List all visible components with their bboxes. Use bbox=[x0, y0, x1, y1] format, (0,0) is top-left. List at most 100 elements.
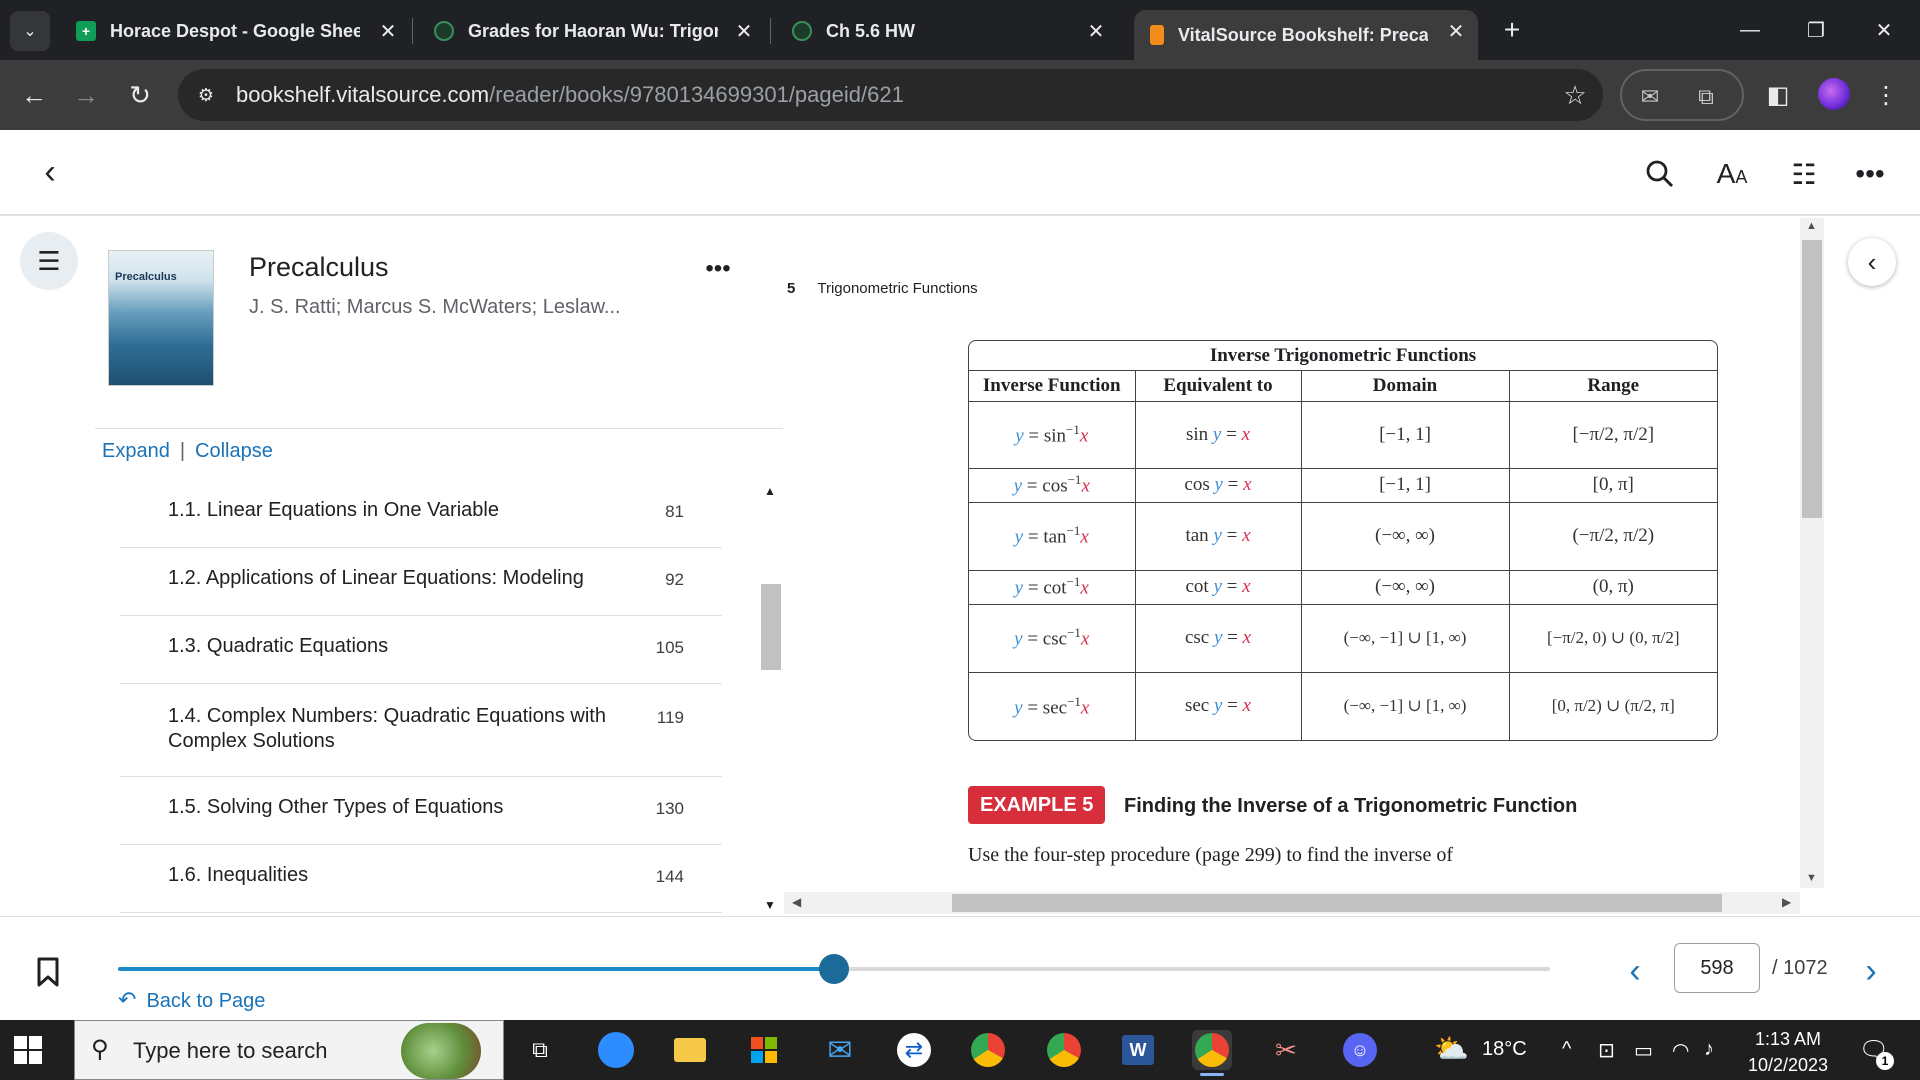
restore-button[interactable]: ❐ bbox=[1788, 10, 1844, 50]
temperature[interactable]: 18°C bbox=[1482, 1038, 1527, 1061]
battery-icon[interactable]: ▭ bbox=[1634, 1038, 1653, 1063]
forward-button[interactable]: → bbox=[66, 75, 106, 115]
search-icon bbox=[1646, 160, 1674, 188]
collapse-link[interactable]: Collapse bbox=[195, 440, 273, 462]
table-row: y = cos−1x cos y = x [−1, 1] [0, π] bbox=[969, 468, 1717, 503]
table-row: y = tan−1x tan y = x (−∞, ∞) (−π/2, π/2) bbox=[969, 502, 1717, 571]
page-hscroll-thumb[interactable] bbox=[952, 894, 1722, 912]
toc-item[interactable]: 1.6. Inequalities 144 bbox=[120, 845, 722, 913]
page-horizontal-scrollbar[interactable]: ◀ ▶ bbox=[784, 892, 1800, 914]
minimize-button[interactable]: — bbox=[1722, 10, 1778, 50]
toc-item[interactable]: 1.4. Complex Numbers: Quadratic Equation… bbox=[120, 684, 722, 777]
close-icon[interactable]: ✕ bbox=[1084, 19, 1108, 43]
close-icon[interactable]: ✕ bbox=[1444, 19, 1468, 43]
triangle-up-icon[interactable]: ▲ bbox=[1806, 220, 1817, 232]
volume-icon[interactable]: ♪ bbox=[1704, 1038, 1714, 1061]
text-size-button[interactable]: AA bbox=[1710, 152, 1754, 196]
tab-grades[interactable]: Grades for Haoran Wu: Trigonometry ✕ bbox=[418, 10, 766, 52]
discord-icon[interactable]: ☺ bbox=[1340, 1030, 1380, 1070]
wifi-icon[interactable]: ◠ bbox=[1672, 1038, 1689, 1063]
undo-arrow-icon: ↶ bbox=[118, 987, 137, 1012]
page-vertical-scrollbar[interactable]: ▲ ▼ bbox=[1800, 218, 1824, 888]
bookmark-star-icon[interactable]: ☆ bbox=[1559, 79, 1591, 111]
previous-page-button[interactable]: ‹ bbox=[1618, 952, 1652, 990]
profile-avatar[interactable] bbox=[1818, 78, 1850, 110]
more-options-button[interactable]: ••• bbox=[1848, 152, 1892, 196]
windows-start-button[interactable] bbox=[14, 1036, 42, 1064]
tab-search-button[interactable]: ⌄ bbox=[10, 11, 50, 51]
toc-menu-button[interactable]: ☰ bbox=[20, 232, 78, 290]
example-badge: EXAMPLE 5 bbox=[968, 786, 1106, 824]
word-icon[interactable]: W bbox=[1118, 1030, 1158, 1070]
zoom-icon[interactable] bbox=[596, 1030, 636, 1070]
chrome-active-icon[interactable] bbox=[1192, 1030, 1232, 1076]
toc-item[interactable]: 1.5. Solving Other Types of Equations 13… bbox=[120, 777, 722, 845]
triangle-left-icon[interactable]: ◀ bbox=[792, 895, 801, 909]
collapse-panel-button[interactable]: ‹ bbox=[1848, 238, 1896, 286]
tab-ch56-hw[interactable]: Ch 5.6 HW ✕ bbox=[776, 10, 1118, 52]
triangle-right-icon[interactable]: ▶ bbox=[1782, 895, 1791, 909]
triangle-down-icon[interactable]: ▼ bbox=[1806, 872, 1817, 884]
reload-button[interactable]: ↻ bbox=[120, 75, 160, 115]
taskbar-clock[interactable]: 1:13 AM 10/2/2023 bbox=[1738, 1026, 1838, 1078]
range-cell: [−π/2, 0) ∪ (0, π/2] bbox=[1509, 604, 1717, 673]
expand-link[interactable]: Expand bbox=[102, 440, 170, 462]
close-icon[interactable]: ✕ bbox=[376, 19, 400, 43]
snipping-tool-icon[interactable]: ✂ bbox=[1266, 1030, 1306, 1070]
task-view-icon[interactable]: ⧉ bbox=[520, 1030, 560, 1070]
triangle-up-icon[interactable]: ▲ bbox=[764, 484, 776, 498]
teamviewer-icon[interactable]: ⇄ bbox=[894, 1030, 934, 1070]
range-cell: [0, π/2) ∪ (π/2, π] bbox=[1551, 696, 1675, 716]
toc-item[interactable]: 1.3. Quadratic Equations 105 bbox=[120, 616, 722, 684]
mail-icon[interactable]: ✉ bbox=[820, 1030, 860, 1070]
new-tab-button[interactable]: + bbox=[1496, 14, 1528, 46]
notes-button[interactable]: ☷ bbox=[1782, 152, 1826, 196]
taskbar-search[interactable]: ⚲ Type here to search bbox=[74, 1020, 504, 1080]
browser-menu-icon[interactable]: ⋮ bbox=[1866, 75, 1906, 115]
notification-icon[interactable]: 🗨 1 bbox=[1858, 1034, 1894, 1070]
toc-scrollbar-thumb[interactable] bbox=[761, 584, 781, 670]
toc-item[interactable]: 1.2. Applications of Linear Equations: M… bbox=[120, 548, 722, 616]
close-icon[interactable]: ✕ bbox=[732, 19, 756, 43]
book-title: Precalculus bbox=[249, 252, 389, 282]
weather-icon[interactable]: ⛅ bbox=[1434, 1032, 1469, 1065]
chevron-up-icon[interactable]: ^ bbox=[1562, 1038, 1571, 1061]
page-total: / 1072 bbox=[1772, 957, 1828, 979]
mail-extension-icon[interactable]: ✉ bbox=[1634, 81, 1666, 113]
bookmark-button[interactable] bbox=[34, 955, 62, 989]
example-title: Finding the Inverse of a Trigonometric F… bbox=[1124, 795, 1578, 817]
address-bar[interactable]: ⚙ bookshelf.vitalsource.com/reader/books… bbox=[178, 69, 1603, 121]
microsoft-store-icon[interactable] bbox=[744, 1030, 784, 1070]
chrome-profile-2-icon[interactable] bbox=[968, 1030, 1008, 1070]
book-more-button[interactable]: ••• bbox=[700, 254, 736, 284]
close-window-button[interactable]: ✕ bbox=[1856, 10, 1912, 50]
page-slider-fill bbox=[118, 967, 834, 971]
tab-google-sheets[interactable]: + Horace Despot - Google Sheets ✕ bbox=[60, 10, 410, 52]
chevron-left-icon: ‹ bbox=[1867, 246, 1877, 277]
toc-item[interactable]: 1.1. Linear Equations in One Variable 81 bbox=[120, 484, 722, 548]
back-to-page-link[interactable]: ↶ Back to Page bbox=[118, 987, 265, 1013]
url-text[interactable]: bookshelf.vitalsource.com/reader/books/9… bbox=[236, 82, 904, 108]
triangle-down-icon[interactable]: ▼ bbox=[764, 898, 776, 912]
puzzle-icon[interactable]: ⧉ bbox=[1690, 81, 1722, 113]
text-size-icon: AA bbox=[1716, 158, 1748, 189]
page-scrollbar-thumb[interactable] bbox=[1802, 240, 1822, 518]
back-button[interactable]: ← bbox=[14, 75, 54, 115]
toc-list: 1.1. Linear Equations in One Variable 81… bbox=[120, 484, 722, 914]
file-explorer-icon[interactable] bbox=[670, 1030, 710, 1070]
tab-vitalsource[interactable]: VitalSource Bookshelf: Precalculus ✕ bbox=[1134, 10, 1478, 60]
page-slider[interactable] bbox=[118, 954, 1550, 984]
chrome-profile-8-icon[interactable] bbox=[1044, 1030, 1084, 1070]
reader-back-button[interactable]: ‹ bbox=[30, 152, 70, 192]
meet-now-icon[interactable]: ⊡ bbox=[1598, 1038, 1615, 1063]
equivalent-cell: csc y = x bbox=[1135, 604, 1302, 673]
search-button[interactable] bbox=[1638, 152, 1682, 196]
site-info-icon[interactable]: ⚙ bbox=[192, 81, 220, 109]
page-number-input[interactable] bbox=[1674, 943, 1760, 993]
extensions-group: ✉ ⧉ bbox=[1620, 69, 1744, 121]
inverse-function-cell: y = sec−1x bbox=[969, 672, 1136, 740]
toc-scrollbar[interactable]: ▲ ▼ bbox=[760, 484, 782, 914]
page-slider-knob[interactable] bbox=[819, 954, 849, 984]
side-panel-icon[interactable]: ◧ bbox=[1758, 75, 1798, 115]
next-page-button[interactable]: › bbox=[1854, 952, 1888, 990]
